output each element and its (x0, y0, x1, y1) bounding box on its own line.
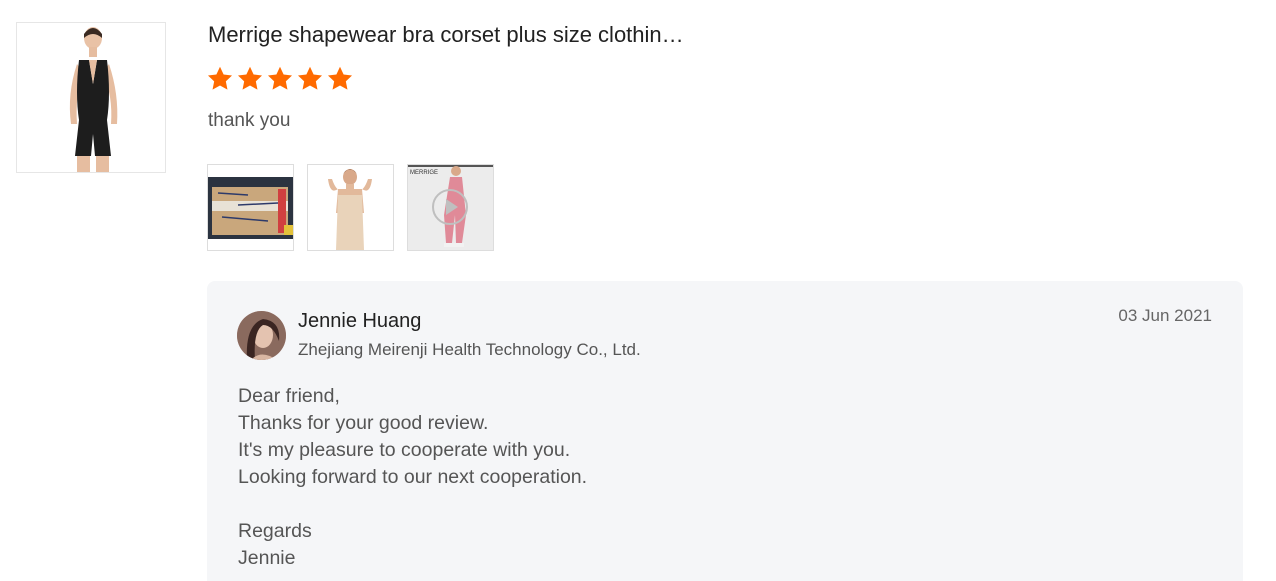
product-image (69, 27, 118, 172)
star-icon (237, 66, 263, 90)
reply-line: Jennie (238, 547, 296, 569)
svg-text:MERRIGE: MERRIGE (410, 170, 438, 176)
avatar (237, 311, 286, 360)
reply-line: Looking forward to our next cooperation. (238, 466, 588, 488)
review-video-thumbnail[interactable]: MERRIGE (407, 164, 494, 251)
package-box-photo (208, 165, 293, 250)
seller-avatar-image (237, 311, 286, 360)
star-rating (206, 64, 354, 94)
reply-line: It's my pleasure to cooperate with you. (238, 439, 571, 461)
product-thumbnail[interactable] (16, 22, 166, 173)
reply-line (238, 491, 587, 518)
reply-line: Thanks for your good review. (238, 412, 489, 434)
reply-message: Dear friend, Thanks for your good review… (238, 383, 587, 572)
star-icon (327, 66, 353, 90)
reply-line: Dear friend, (238, 385, 340, 407)
seller-reply-card: Jennie Huang Zhejiang Meirenji Health Te… (207, 281, 1243, 581)
seller-name: Jennie Huang (298, 310, 422, 332)
play-icon[interactable] (430, 187, 470, 227)
review-item: Merrige shapewear bra corset plus size c… (0, 0, 1276, 581)
seller-company[interactable]: Zhejiang Meirenji Health Technology Co.,… (298, 338, 641, 362)
product-title[interactable]: Merrige shapewear bra corset plus size c… (208, 20, 684, 50)
reply-date: 03 Jun 2021 (1118, 306, 1212, 325)
star-icon (267, 66, 293, 90)
reply-line: Regards (238, 520, 312, 542)
review-photo-package[interactable] (207, 164, 294, 251)
review-photos: MERRIGE (207, 164, 494, 251)
star-icon (297, 66, 323, 90)
review-text: thank you (208, 110, 291, 131)
shapewear-model-photo (308, 165, 393, 250)
star-icon (207, 66, 233, 90)
review-photo-model[interactable] (307, 164, 394, 251)
